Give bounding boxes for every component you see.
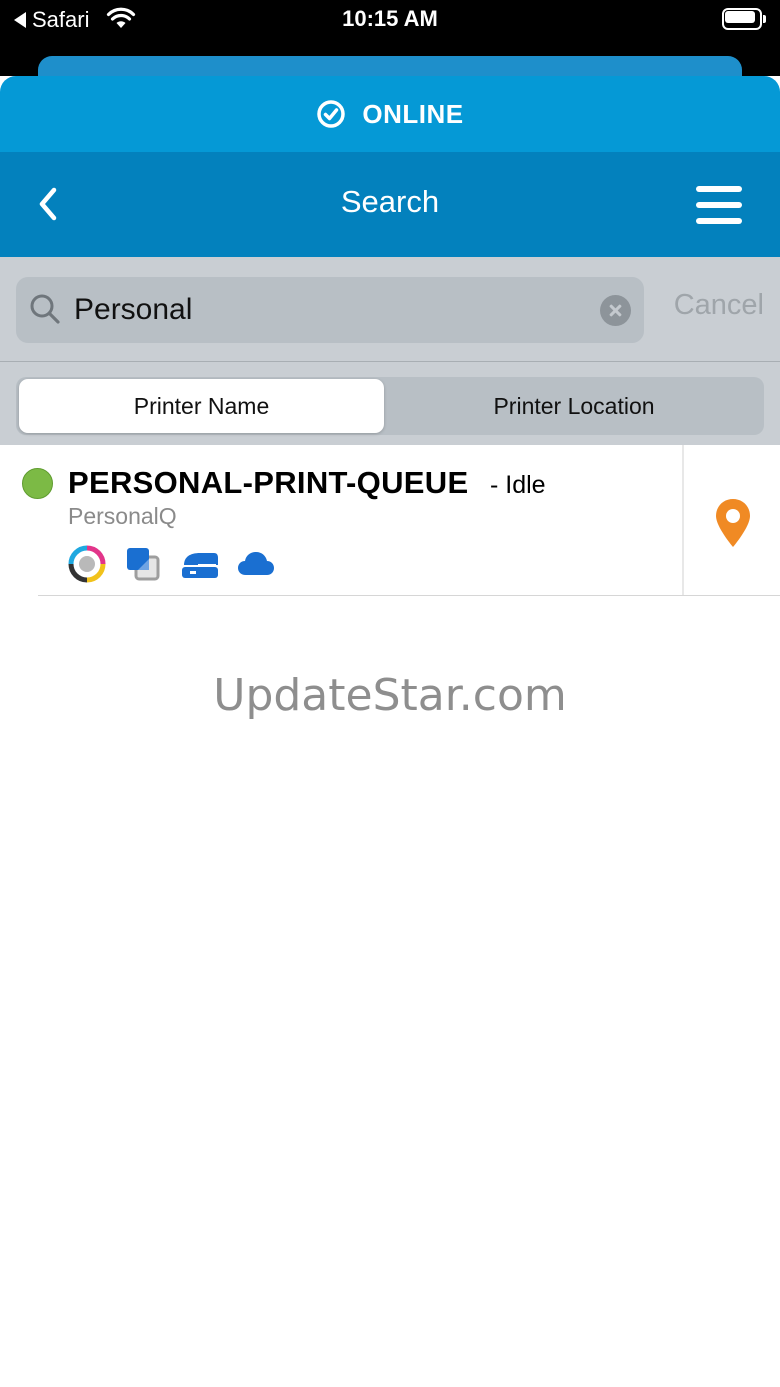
segmented-control: Printer Name Printer Location <box>16 377 764 435</box>
search-icon <box>30 294 60 324</box>
app-screen: Safari 10:15 AM ONLINE Search Personal C… <box>0 0 780 1387</box>
cloud-icon <box>238 552 274 575</box>
page-title: Search <box>340 184 440 219</box>
clear-search-icon[interactable] <box>600 295 631 326</box>
watermark-text: UpdateStar.com <box>213 670 567 721</box>
printer-status-dot <box>22 468 53 499</box>
search-input[interactable] <box>74 285 594 335</box>
segment-printer-location[interactable]: Printer Location <box>386 379 762 433</box>
printer-name: PERSONAL-PRINT-QUEUE <box>68 465 469 500</box>
cancel-button[interactable]: Cancel <box>674 289 764 322</box>
printer-subtitle: PersonalQ <box>68 503 177 529</box>
location-divider <box>682 445 684 596</box>
search-bar-area: Cancel <box>0 257 780 361</box>
color-print-icon <box>68 545 106 583</box>
segment-printer-name[interactable]: Printer Name <box>19 379 384 433</box>
online-status-banner: ONLINE <box>0 76 780 152</box>
duplex-icon <box>127 548 160 581</box>
search-field[interactable] <box>16 277 644 343</box>
row-separator <box>38 595 780 596</box>
navigation-bar: Search <box>0 152 780 257</box>
status-time: 10:15 AM <box>342 6 438 31</box>
staple-icon <box>182 553 218 578</box>
printer-status: - Idle <box>490 471 546 499</box>
printer-list-item[interactable]: PERSONAL-PRINT-QUEUE - Idle PersonalQ <box>0 445 780 596</box>
location-pin-icon[interactable] <box>712 497 754 549</box>
filter-segment-area: Printer Name Printer Location <box>0 361 780 445</box>
online-status-label: ONLINE <box>362 98 464 129</box>
check-circle-icon <box>317 100 346 128</box>
hamburger-menu-icon[interactable] <box>696 186 742 224</box>
battery-icon <box>722 8 766 30</box>
